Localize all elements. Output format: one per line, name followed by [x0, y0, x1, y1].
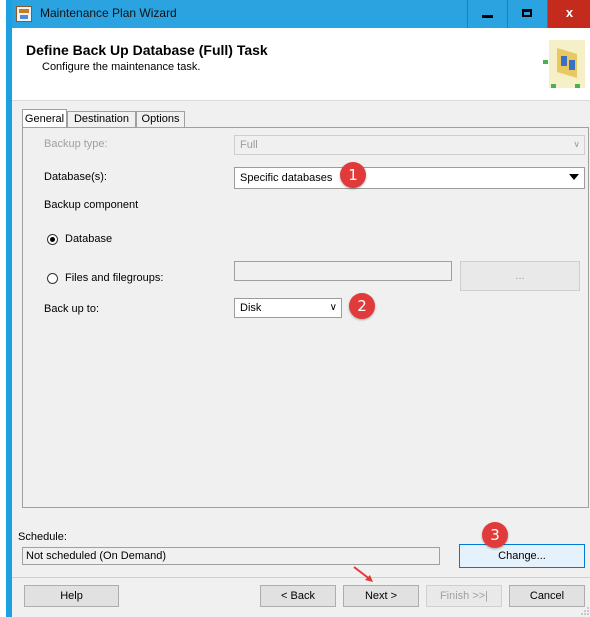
databases-select[interactable]: Specific databases	[234, 167, 585, 189]
maximize-icon	[522, 9, 532, 17]
app-icon	[16, 6, 32, 22]
general-tab-panel: Backup type: Full ∨ Database(s): Specifi…	[22, 127, 589, 508]
databases-value: Specific databases	[240, 172, 333, 184]
dropdown-arrow-icon	[569, 174, 579, 180]
annotation-badge-2: 2	[349, 293, 375, 319]
backup-component-label: Backup component	[44, 199, 139, 211]
maximize-button[interactable]	[507, 0, 547, 28]
minimize-icon	[482, 15, 493, 18]
cancel-button[interactable]: Cancel	[509, 585, 585, 607]
schedule-label: Schedule:	[18, 531, 67, 543]
close-icon: x	[565, 5, 574, 20]
tab-options[interactable]: Options	[136, 111, 185, 127]
database-radio[interactable]	[47, 234, 58, 245]
back-up-to-value: Disk	[240, 302, 262, 314]
back-button[interactable]: < Back	[260, 585, 336, 607]
tab-general[interactable]: General	[22, 109, 67, 127]
minimize-button[interactable]	[467, 0, 507, 28]
arrow-annotation-icon	[353, 566, 373, 582]
divider	[12, 577, 590, 578]
backup-type-select: Full ∨	[234, 135, 585, 155]
files-filegroups-label: Files and filegroups:	[65, 272, 164, 284]
wizard-window: Maintenance Plan Wizard x Define Back Up…	[6, 0, 590, 617]
close-button[interactable]: x	[547, 0, 590, 28]
backup-type-value: Full	[240, 139, 258, 151]
database-radio-label: Database	[65, 233, 113, 245]
help-button[interactable]: Help	[24, 585, 119, 607]
schedule-value: Not scheduled (On Demand)	[26, 550, 167, 562]
next-button[interactable]: Next >	[343, 585, 419, 607]
databases-label: Database(s):	[44, 171, 107, 183]
resize-grip-icon[interactable]	[580, 606, 590, 616]
title-bar[interactable]: Maintenance Plan Wizard x	[12, 0, 590, 28]
finish-button[interactable]: Finish >>|	[426, 585, 502, 607]
wizard-header: Define Back Up Database (Full) Task Conf…	[12, 28, 590, 101]
wizard-graphic-icon	[543, 40, 585, 88]
annotation-badge-3: 3	[482, 522, 508, 548]
backup-type-label: Backup type:	[44, 138, 108, 150]
files-filegroups-radio[interactable]	[47, 273, 58, 284]
chevron-down-icon: ∨	[329, 302, 337, 313]
tab-destination[interactable]: Destination	[67, 111, 136, 127]
chevron-down-icon: ∨	[573, 139, 580, 149]
page-subtitle: Configure the maintenance task.	[42, 61, 201, 73]
back-up-to-select[interactable]: Disk ∨	[234, 298, 342, 318]
page-title: Define Back Up Database (Full) Task	[26, 42, 268, 58]
change-schedule-button[interactable]: Change...	[459, 544, 585, 568]
annotation-badge-1: 1	[340, 162, 366, 188]
back-up-to-label: Back up to:	[44, 303, 100, 315]
ellipsis-button[interactable]: ...	[460, 261, 580, 291]
schedule-field: Not scheduled (On Demand)	[22, 547, 440, 565]
window-title: Maintenance Plan Wizard	[40, 6, 177, 20]
files-filegroups-field	[234, 261, 452, 281]
